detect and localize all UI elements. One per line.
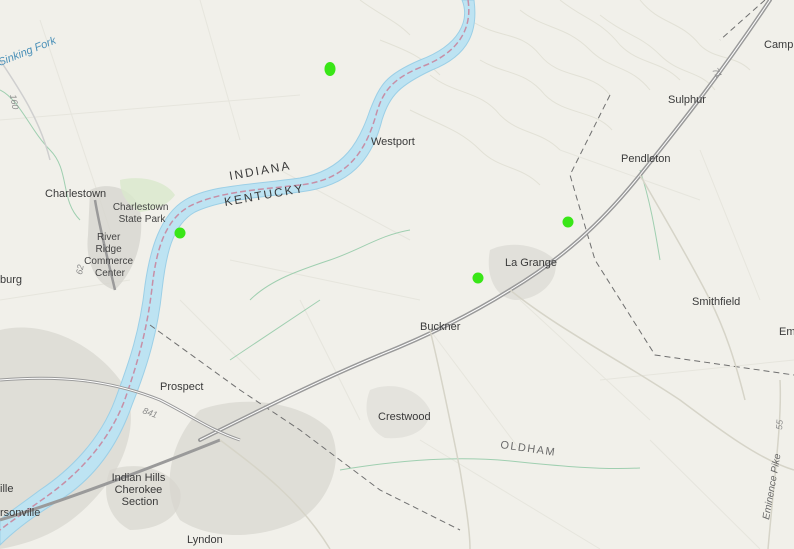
- marker-1[interactable]: [324, 62, 336, 76]
- place-buckner: Buckner: [420, 321, 461, 333]
- place-sulphur: Sulphur: [668, 94, 706, 106]
- park-label-line1: Charlestown: [113, 202, 169, 213]
- route-62-label: 62: [74, 264, 86, 276]
- place-lyndon: Lyndon: [187, 534, 223, 546]
- place-em: Em: [779, 326, 794, 338]
- park-label-line2: State Park: [119, 214, 167, 225]
- place-la-grange: La Grange: [505, 257, 557, 269]
- river-ridge-line2: Ridge: [96, 244, 123, 255]
- place-charlestown: Charlestown: [45, 188, 106, 200]
- route-55-label: 55: [774, 418, 785, 430]
- place-jeffersonville: rsonville: [0, 507, 40, 519]
- place-charlestown-state-park: Charlestown State Park: [113, 202, 171, 225]
- place-pendleton: Pendleton: [621, 153, 671, 165]
- place-crestwood: Crestwood: [378, 411, 431, 423]
- marker-3[interactable]: [562, 216, 574, 228]
- map-canvas: Sinking Fork 160 INDIANA KENTUCKY Westpo…: [0, 0, 794, 549]
- river-ridge-line4: Center: [95, 268, 126, 279]
- map-view[interactable]: Sinking Fork 160 INDIANA KENTUCKY Westpo…: [0, 0, 794, 549]
- river-ridge-line1: River: [97, 232, 121, 243]
- indian-hills-line3: Section: [122, 496, 159, 508]
- place-burg: burg: [0, 274, 22, 286]
- place-prospect: Prospect: [160, 381, 203, 393]
- indian-hills-line1: Indian Hills: [112, 472, 166, 484]
- place-campbellsburg: Camp: [764, 39, 793, 51]
- marker-2[interactable]: [174, 227, 186, 239]
- place-westport: Westport: [371, 136, 415, 148]
- place-ille: ille: [0, 483, 13, 495]
- marker-4[interactable]: [472, 272, 484, 284]
- river-ridge-line3: Commerce: [84, 256, 133, 267]
- indian-hills-line2: Cherokee: [115, 484, 163, 496]
- place-smithfield: Smithfield: [692, 296, 740, 308]
